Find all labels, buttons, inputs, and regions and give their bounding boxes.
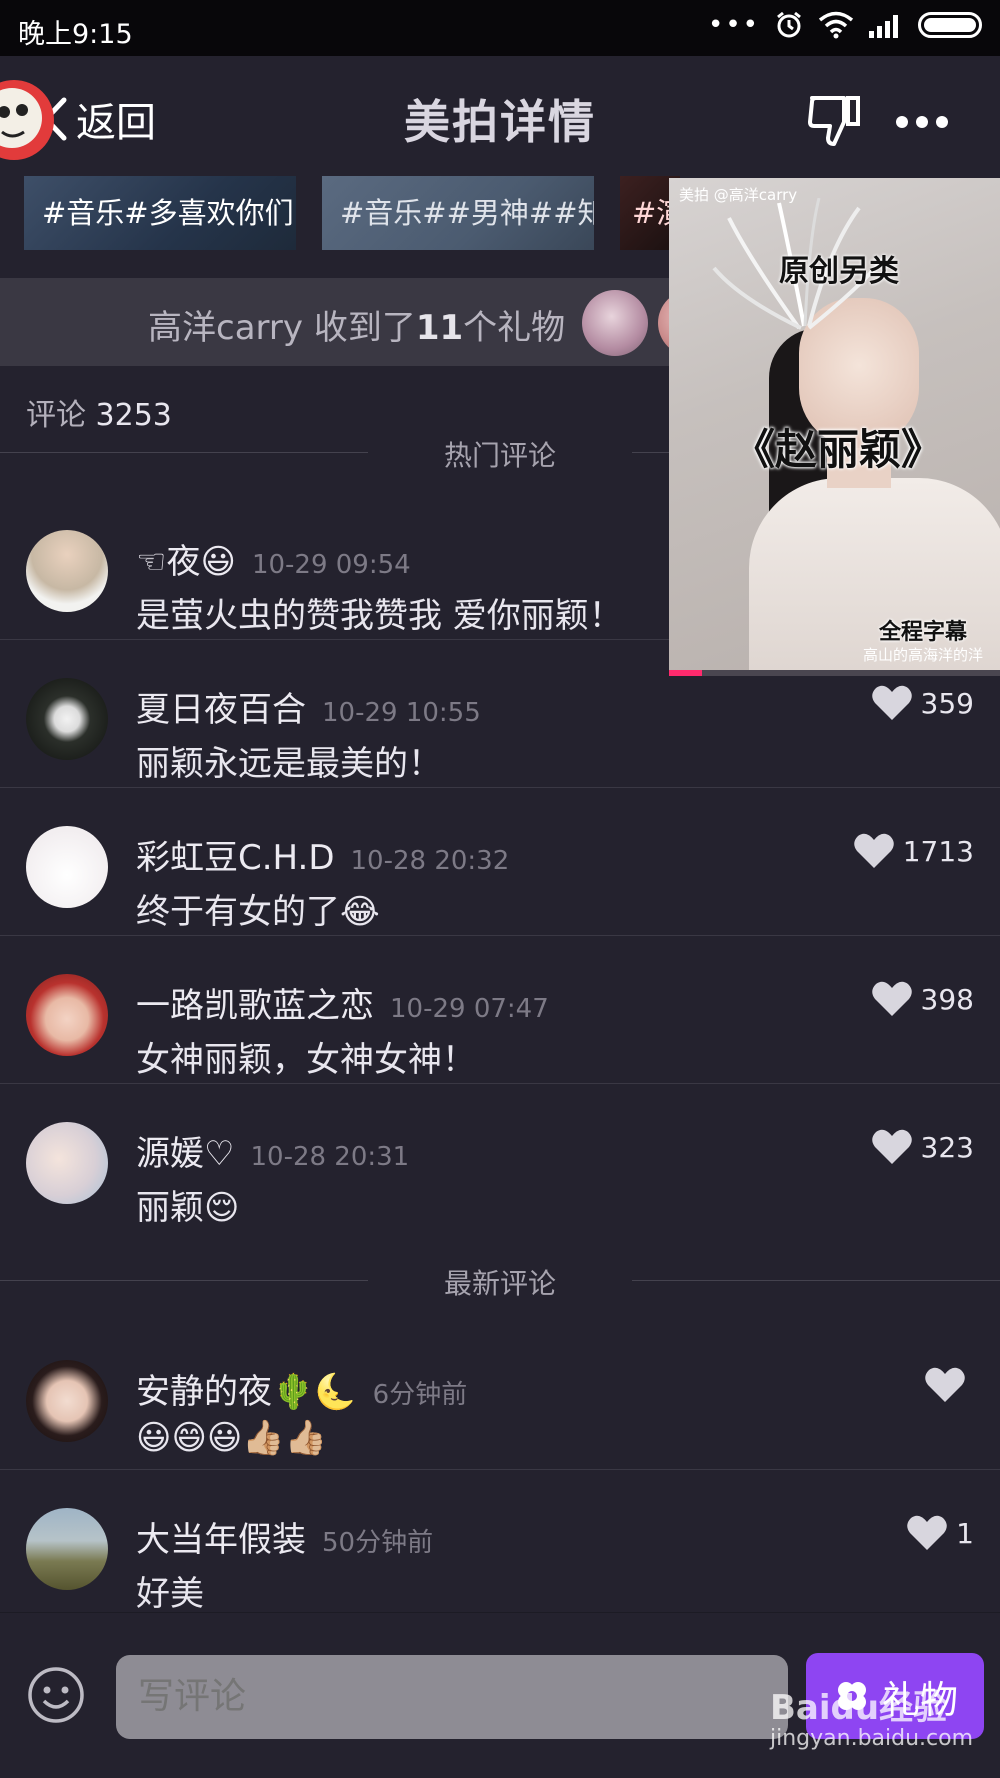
video-caption-2: 《赵丽颖》 — [733, 425, 944, 474]
comment-author[interactable]: 一路凯歌蓝之恋 10-29 07:47 — [136, 978, 549, 1027]
comment-time: 10-29 10:55 — [322, 698, 481, 728]
watermark-brand: Baidu经验 — [770, 1688, 948, 1728]
heart-icon — [853, 833, 894, 868]
alarm-icon — [777, 11, 801, 38]
status-bar: 晚上9:15 ••• — [0, 0, 1000, 56]
comment-input[interactable] — [116, 1655, 788, 1739]
comments-number: 3253 — [95, 398, 172, 433]
like-count: 398 — [920, 982, 974, 1016]
like-button[interactable]: 398 — [871, 980, 974, 1018]
comment-text: 丽颖永远是最美的！ — [136, 744, 442, 784]
avatar[interactable] — [26, 1508, 108, 1590]
comment-author[interactable]: 安静的夜🌵🌜 6分钟前 — [136, 1364, 467, 1413]
emoji-icon — [28, 1667, 84, 1723]
comment-time: 10-28 20:31 — [250, 1142, 410, 1172]
signal-icon — [869, 15, 898, 38]
video-caption-3: 全程字幕 — [879, 620, 968, 645]
avatar[interactable] — [26, 530, 108, 612]
comment-author[interactable]: 源媛♡ 10-28 20:31 — [136, 1126, 409, 1175]
avatar[interactable] — [26, 1122, 108, 1204]
comment-author[interactable]: 彩虹豆C.H.D 10-28 20:32 — [136, 830, 509, 879]
comment-author[interactable]: ☜夜😃 10-29 09:54 — [136, 534, 411, 583]
heart-icon — [871, 685, 912, 720]
comment-text: 丽颖😌 — [136, 1188, 240, 1228]
like-button[interactable]: 359 — [871, 684, 974, 722]
latest-comments-title: 最新评论 — [443, 1267, 556, 1300]
heart-icon — [871, 981, 912, 1016]
avatar[interactable] — [26, 826, 108, 908]
video-progress-bar[interactable] — [669, 670, 1000, 676]
comment-author[interactable]: 夏日夜百合 10-29 10:55 — [136, 682, 481, 731]
emoji-button[interactable] — [26, 1665, 86, 1729]
comment-row[interactable]: 一路凯歌蓝之恋 10-29 07:47 女神丽颖，女神女神！ 398 — [0, 936, 1000, 1084]
status-icons: ••• — [708, 10, 982, 40]
latest-comments-divider: 最新评论 — [0, 1260, 1000, 1300]
avatar[interactable] — [26, 1360, 108, 1442]
comment-time: 6分钟前 — [372, 1380, 468, 1410]
avatar[interactable] — [26, 974, 108, 1056]
like-button[interactable]: 1713 — [853, 832, 974, 870]
header: 返回 美拍详情 — [0, 56, 1000, 176]
avatar[interactable] — [26, 678, 108, 760]
comment-text: 是萤火虫的赞我赞我 爱你丽颖！ — [136, 596, 623, 636]
comment-time: 10-29 09:54 — [251, 550, 411, 580]
mascot-sticker-icon[interactable] — [0, 60, 56, 180]
status-time: 晚上9:15 — [18, 19, 133, 50]
like-button[interactable]: 323 — [871, 1128, 974, 1166]
like-button[interactable]: 1 — [906, 1514, 974, 1552]
comment-row[interactable]: 安静的夜🌵🌜 6分钟前 😃😄😃👍🏼👍🏼 — [0, 1322, 1000, 1470]
like-count: 323 — [920, 1130, 974, 1164]
video-caption-4: 高山的高海洋的洋 — [863, 646, 984, 664]
gift-text-post: 个礼物 — [463, 308, 566, 348]
dislike-icon — [808, 96, 860, 146]
like-count: 359 — [920, 686, 974, 720]
heart-icon — [925, 1367, 965, 1402]
wifi-icon — [818, 11, 854, 39]
comment-time: 50分钟前 — [322, 1528, 434, 1558]
battery-icon — [918, 12, 982, 38]
comments-count: 评论 3253 — [26, 390, 172, 434]
like-button[interactable] — [924, 1366, 974, 1404]
heart-icon — [907, 1515, 947, 1550]
gift-count: 11 — [415, 308, 464, 348]
tag-item[interactable]: #音乐##男神##知 — [322, 176, 594, 250]
comment-author[interactable]: 大当年假装 50分钟前 — [136, 1512, 433, 1561]
comment-row[interactable]: 源媛♡ 10-28 20:31 丽颖😌 323 — [0, 1084, 1000, 1232]
comment-text: 😃😄😃👍🏼👍🏼 — [136, 1418, 328, 1458]
comment-time: 10-28 20:32 — [350, 846, 510, 876]
comment-row[interactable]: 大当年假装 50分钟前 好美 1 — [0, 1470, 1000, 1618]
comment-text: 女神丽颖，女神女神！ — [136, 1040, 476, 1080]
like-count: 1 — [956, 1516, 974, 1550]
watermark: Baidu经验 jingyan.baidu.com — [770, 1690, 973, 1751]
gift-summary: 高洋carry 收到了11个礼物 — [148, 300, 565, 349]
comment-text: 终于有女的了😂 — [136, 892, 380, 932]
dislike-button[interactable] — [806, 92, 862, 152]
comment-row[interactable]: 彩虹豆C.H.D 10-28 20:32 终于有女的了😂 1713 — [0, 788, 1000, 936]
video-player[interactable]: 美拍 @高洋carry 原创另类 《赵丽颖》 全程字幕 高山的高海洋的洋 — [669, 178, 1000, 676]
comments-label: 评论 — [26, 398, 86, 433]
gift-sender-avatar[interactable] — [582, 290, 648, 356]
gift-user: 高洋carry — [148, 308, 304, 348]
gift-text-pre: 收到了 — [303, 308, 416, 348]
like-count: 1713 — [902, 834, 974, 868]
video-caption-1: 原创另类 — [779, 254, 899, 289]
video-brand: 美拍 @高洋carry — [679, 186, 798, 204]
heart-icon — [871, 1129, 912, 1164]
more-icon[interactable] — [896, 116, 948, 128]
tag-item[interactable]: #音乐#多喜欢你们 — [24, 176, 296, 250]
comment-time: 10-29 07:47 — [390, 994, 549, 1024]
status-dots: ••• — [707, 10, 760, 40]
watermark-url: jingyan.baidu.com — [770, 1726, 974, 1751]
comment-text: 好美 — [136, 1574, 204, 1614]
